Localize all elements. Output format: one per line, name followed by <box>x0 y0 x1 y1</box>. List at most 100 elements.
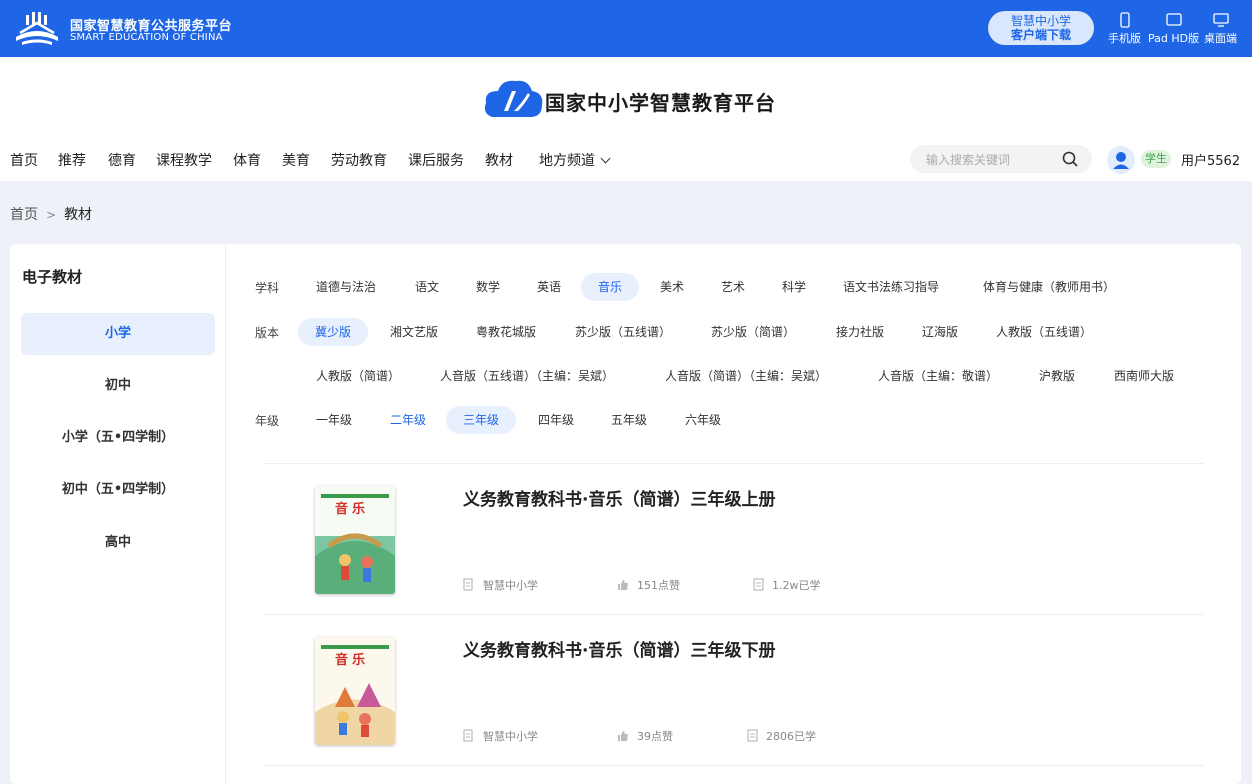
list-item[interactable]: 音乐 义务教育教科书·音乐（简谱）三年级上册 智慧中小学 151点赞 1.2w已… <box>264 464 1204 614</box>
device-desktop-link[interactable]: 桌面端 <box>1204 12 1237 46</box>
breadcrumb-separator: > <box>46 208 57 222</box>
edition-chip[interactable]: 湘文艺版 <box>373 318 455 346</box>
grade-chip[interactable]: 二年级 <box>373 406 443 434</box>
publisher-icon <box>463 729 473 742</box>
grade-chip[interactable]: 五年级 <box>594 406 664 434</box>
username[interactable]: 用户5562 <box>1181 150 1240 169</box>
top-bar: 国家智慧教育公共服务平台 SMART EDUCATION OF CHINA 智慧… <box>0 0 1252 57</box>
subject-chip[interactable]: 体育与健康（教师用书） <box>966 273 1132 301</box>
book-publisher-text: 智慧中小学 <box>483 579 538 592</box>
edition-chip-selected[interactable]: 冀少版 <box>298 318 369 346</box>
device-tablet-link[interactable]: Pad HD版 <box>1148 12 1199 46</box>
edition-chip[interactable]: 人教版（简谱） <box>299 362 417 390</box>
client-download-button[interactable]: 智慧中小学 客户端下载 <box>988 11 1094 45</box>
book-title[interactable]: 义务教育教科书·音乐（简谱）三年级下册 <box>463 636 775 661</box>
nav-item-home[interactable]: 首页 <box>10 150 38 170</box>
nav-item-courses[interactable]: 课程教学 <box>156 150 212 170</box>
breadcrumb-current: 教材 <box>64 207 93 223</box>
book-publisher: 智慧中小学 <box>463 728 538 744</box>
edition-chip[interactable]: 粤教花城版 <box>459 318 553 346</box>
search-box[interactable]: 输入搜索关键词 <box>910 145 1092 173</box>
book-cover[interactable]: 音乐 <box>315 486 395 594</box>
device-tablet-label: Pad HD版 <box>1148 32 1200 45</box>
book-publisher-text: 智慧中小学 <box>483 730 538 743</box>
book-learners: 2806已学 <box>747 728 816 744</box>
subject-chip[interactable]: 艺术 <box>704 273 762 301</box>
nav-item-sports[interactable]: 体育 <box>233 150 261 170</box>
org-name-en: SMART EDUCATION OF CHINA <box>70 32 223 43</box>
device-desktop-label: 桌面端 <box>1204 32 1237 45</box>
local-channel-label: 地方频道 <box>539 153 595 169</box>
desktop-icon <box>1212 13 1229 27</box>
role-badge: 学生 <box>1141 150 1171 168</box>
list-item[interactable]: 音乐 义务教育教科书·音乐（简谱）三年级下册 智慧中小学 39点赞 2806已学 <box>264 615 1204 765</box>
site-header: 国家中小学智慧教育平台 首页 推荐 德育 课程教学 体育 美育 劳动教育 课后服… <box>0 57 1252 181</box>
edition-chip[interactable]: 西南师大版 <box>1097 362 1191 390</box>
book-cover-title: 音乐 <box>335 653 370 668</box>
avatar[interactable] <box>1107 146 1135 174</box>
sidebar: 电子教材 小学 初中 小学（五•四学制） 初中（五•四学制） 高中 <box>10 244 226 784</box>
book-title[interactable]: 义务教育教科书·音乐（简谱）三年级上册 <box>463 485 775 510</box>
subject-chip[interactable]: 语文书法练习指导 <box>826 273 956 301</box>
smart-education-logo-icon[interactable] <box>12 9 62 47</box>
download-line1: 智慧中小学 <box>1010 14 1071 28</box>
edition-chip[interactable]: 沪教版 <box>1022 362 1092 390</box>
grade-chip-selected[interactable]: 三年级 <box>446 406 517 434</box>
document-icon <box>747 729 758 742</box>
book-likes: 39点赞 <box>617 728 673 744</box>
book-likes-text: 39点赞 <box>637 730 673 743</box>
breadcrumb: 首页 > 教材 <box>10 204 92 224</box>
edition-chip[interactable]: 苏少版（简谱） <box>694 318 812 346</box>
edition-filter-label: 版本 <box>255 326 280 340</box>
sidebar-item-primary[interactable]: 小学 <box>21 313 215 355</box>
edition-chip[interactable]: 接力社版 <box>819 318 901 346</box>
nav-item-recommend[interactable]: 推荐 <box>58 150 86 170</box>
breadcrumb-home[interactable]: 首页 <box>10 207 38 223</box>
subject-chip[interactable]: 科学 <box>765 273 823 301</box>
subject-chip[interactable]: 美术 <box>643 273 701 301</box>
textbook-panel: 电子教材 小学 初中 小学（五•四学制） 初中（五•四学制） 高中 学科 道德与… <box>10 244 1241 784</box>
book-likes-text: 151点赞 <box>637 579 680 592</box>
edition-chip[interactable]: 辽海版 <box>905 318 975 346</box>
sidebar-item-junior[interactable]: 初中 <box>21 365 215 407</box>
thumbs-up-icon <box>618 731 628 741</box>
publisher-icon <box>463 578 473 591</box>
book-publisher: 智慧中小学 <box>463 577 538 593</box>
subject-chip[interactable]: 数学 <box>459 273 517 301</box>
nav-item-labor[interactable]: 劳动教育 <box>331 150 387 170</box>
edition-chip[interactable]: 苏少版（五线谱） <box>558 318 688 346</box>
sidebar-item-senior[interactable]: 高中 <box>21 522 215 564</box>
nav-item-local-channel[interactable]: 地方频道 <box>539 150 611 170</box>
user-icon <box>1113 152 1129 169</box>
edition-chip[interactable]: 人音版（五线谱）（主编：吴斌） <box>423 362 631 390</box>
subject-chip[interactable]: 英语 <box>520 273 578 301</box>
edition-chip[interactable]: 人音版（简谱）（主编：吴斌） <box>648 362 844 390</box>
book-learners: 1.2w已学 <box>753 577 821 593</box>
phone-icon <box>1119 12 1130 28</box>
search-input[interactable]: 输入搜索关键词 <box>926 151 1010 168</box>
nav-item-textbooks[interactable]: 教材 <box>485 150 513 170</box>
subject-chip[interactable]: 语文 <box>398 273 456 301</box>
grade-chip[interactable]: 四年级 <box>521 406 591 434</box>
platform-logo-icon[interactable] <box>482 77 544 121</box>
edition-chip[interactable]: 人音版（主编：敬谱） <box>861 362 1015 390</box>
subject-chip-selected[interactable]: 音乐 <box>581 273 640 301</box>
book-learners-text: 1.2w已学 <box>772 579 821 592</box>
nav-item-arts[interactable]: 美育 <box>282 150 310 170</box>
download-line2: 客户端下载 <box>1010 28 1071 42</box>
book-cover[interactable]: 音乐 <box>315 637 395 745</box>
subject-chip[interactable]: 道德与法治 <box>299 273 393 301</box>
book-cover-title: 音乐 <box>335 502 370 517</box>
nav-item-moral[interactable]: 德育 <box>108 150 136 170</box>
grade-chip[interactable]: 六年级 <box>668 406 738 434</box>
device-phone-link[interactable]: 手机版 <box>1108 12 1141 46</box>
tablet-icon <box>1165 13 1182 26</box>
grade-filter-label: 年级 <box>255 414 280 428</box>
edition-chip[interactable]: 人教版（五线谱） <box>979 318 1109 346</box>
chevron-down-icon <box>600 153 611 164</box>
sidebar-item-junior-54[interactable]: 初中（五•四学制） <box>21 469 215 511</box>
nav-item-afterschool[interactable]: 课后服务 <box>408 150 464 170</box>
grade-chip[interactable]: 一年级 <box>299 406 369 434</box>
sidebar-item-primary-54[interactable]: 小学（五•四学制） <box>21 417 215 459</box>
search-icon[interactable] <box>1062 151 1078 167</box>
